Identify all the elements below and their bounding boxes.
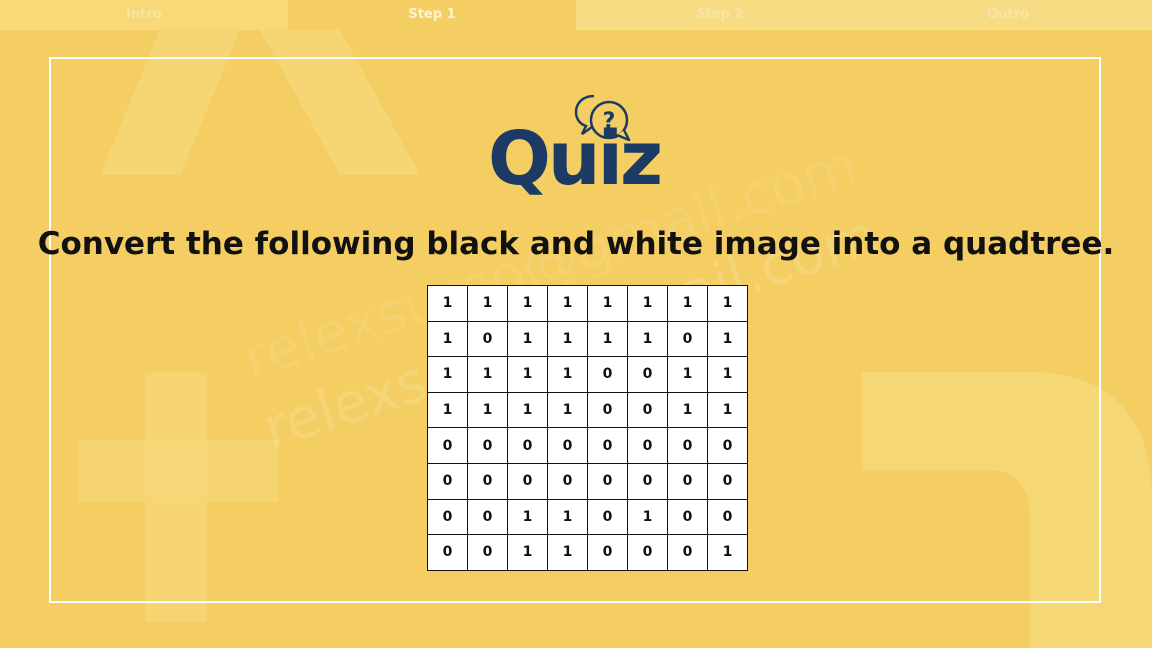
grid-cell: 1 (547, 285, 588, 322)
grid-row: 00000000 (427, 427, 748, 464)
grid-cell: 0 (667, 320, 708, 358)
binary-image-grid: 1111111110111101111100111111001100000000… (427, 285, 748, 571)
grid-cell: 0 (427, 462, 468, 500)
grid-cell: 0 (427, 427, 468, 464)
grid-cell: 0 (627, 462, 668, 500)
grid-cell: 1 (707, 320, 748, 358)
grid-cell: 1 (547, 498, 588, 536)
grid-row: 00000000 (427, 462, 748, 500)
grid-cell: 0 (467, 427, 508, 464)
step-tabs: Intro Step 1 Step 2 Outro (0, 0, 1152, 30)
grid-cell: 0 (587, 534, 628, 571)
grid-cell: 1 (507, 356, 548, 393)
grid-cell: 1 (627, 285, 668, 322)
grid-cell: 0 (627, 427, 668, 464)
grid-cell: 1 (547, 356, 588, 393)
grid-cell: 1 (707, 356, 748, 393)
grid-cell: 1 (627, 498, 668, 536)
grid-cell: 1 (707, 534, 748, 571)
grid-cell: 1 (667, 391, 708, 429)
grid-cell: 0 (667, 534, 708, 571)
grid-cell: 0 (587, 498, 628, 536)
grid-cell: 0 (467, 534, 508, 571)
grid-row: 11111111 (427, 285, 748, 322)
grid-cell: 0 (547, 427, 588, 464)
grid-row: 00110100 (427, 498, 748, 536)
grid-cell: 1 (667, 356, 708, 393)
grid-cell: 1 (467, 391, 508, 429)
grid-cell: 1 (427, 391, 468, 429)
grid-cell: 1 (507, 534, 548, 571)
grid-cell: 1 (587, 320, 628, 358)
tab-step-1[interactable]: Step 1 (288, 0, 576, 30)
grid-cell: 0 (427, 534, 468, 571)
grid-cell: 0 (707, 427, 748, 464)
grid-cell: 0 (667, 462, 708, 500)
tab-outro[interactable]: Outro (864, 0, 1152, 30)
grid-cell: 1 (507, 498, 548, 536)
tab-intro[interactable]: Intro (0, 0, 288, 30)
grid-cell: 1 (547, 391, 588, 429)
grid-cell: 0 (507, 462, 548, 500)
grid-row: 00110001 (427, 534, 748, 571)
question-text: Convert the following black and white im… (37, 226, 1115, 262)
grid-cell: 1 (467, 285, 508, 322)
grid-cell: 0 (667, 427, 708, 464)
grid-cell: 1 (627, 320, 668, 358)
quiz-logo: ? Quiz (480, 92, 680, 202)
grid-cell: 1 (667, 285, 708, 322)
grid-cell: 1 (507, 391, 548, 429)
grid-cell: 0 (467, 498, 508, 536)
grid-cell: 0 (547, 462, 588, 500)
grid-cell: 0 (707, 462, 748, 500)
grid-cell: 0 (667, 498, 708, 536)
grid-cell: 0 (587, 462, 628, 500)
grid-cell: 1 (427, 356, 468, 393)
grid-cell: 1 (507, 320, 548, 358)
grid-cell: 1 (427, 320, 468, 358)
grid-cell: 0 (627, 356, 668, 393)
grid-row: 11110011 (427, 391, 748, 429)
grid-cell: 0 (507, 427, 548, 464)
grid-cell: 0 (587, 427, 628, 464)
grid-cell: 0 (427, 498, 468, 536)
grid-cell: 1 (547, 534, 588, 571)
quiz-title: Quiz (488, 116, 663, 202)
grid-cell: 0 (627, 391, 668, 429)
grid-cell: 0 (467, 462, 508, 500)
grid-cell: 1 (707, 391, 748, 429)
grid-cell: 1 (547, 320, 588, 358)
grid-cell: 0 (467, 320, 508, 358)
grid-cell: 1 (707, 285, 748, 322)
grid-cell: 0 (587, 391, 628, 429)
tab-step-2[interactable]: Step 2 (576, 0, 864, 30)
grid-cell: 0 (587, 356, 628, 393)
grid-cell: 1 (467, 356, 508, 393)
grid-row: 10111101 (427, 320, 748, 358)
grid-cell: 0 (627, 534, 668, 571)
grid-cell: 1 (427, 285, 468, 322)
grid-cell: 1 (507, 285, 548, 322)
grid-row: 11110011 (427, 356, 748, 393)
grid-cell: 1 (587, 285, 628, 322)
grid-cell: 0 (707, 498, 748, 536)
